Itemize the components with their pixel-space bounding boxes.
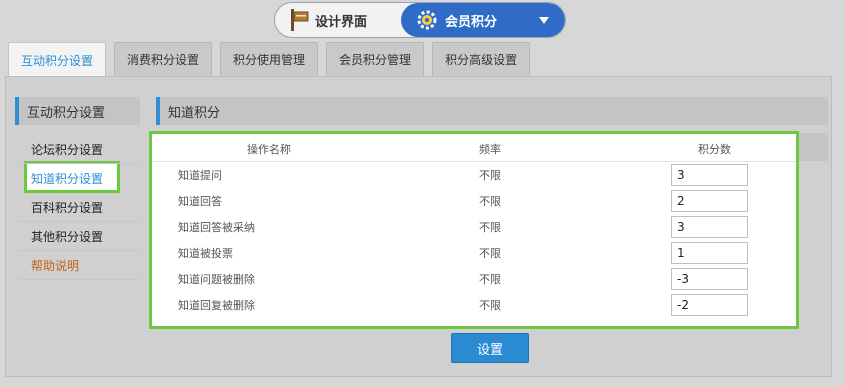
table-header: 操作名称 频率 积分数 xyxy=(152,136,796,162)
chevron-down-icon[interactable] xyxy=(539,17,549,24)
column-header-name: 操作名称 xyxy=(247,142,291,156)
table-row: 知道被投票 不限 xyxy=(152,240,796,266)
row-freq: 不限 xyxy=(479,169,501,182)
row-name: 知道回答 xyxy=(178,195,222,208)
row-name: 知道提问 xyxy=(178,169,222,182)
section-title: 知道积分 xyxy=(156,97,828,125)
row-name: 知道问题被删除 xyxy=(178,273,255,286)
sidebar-item-other[interactable]: 其他积分设置 xyxy=(19,222,140,251)
score-input[interactable] xyxy=(671,242,748,264)
row-freq: 不限 xyxy=(479,299,501,312)
member-points-label: 会员积分 xyxy=(445,14,498,30)
row-name: 知道被投票 xyxy=(178,247,233,260)
tab-points-usage[interactable]: 积分使用管理 xyxy=(220,42,319,76)
row-freq: 不限 xyxy=(479,195,501,208)
points-table: 操作名称 频率 积分数 知道提问 不限 知道回答 不限 知道回答被采纳 不限 知… xyxy=(149,131,799,329)
table-row: 知道回复被删除 不限 xyxy=(152,292,796,318)
design-view-button[interactable]: 设计界面 xyxy=(275,3,401,37)
row-freq: 不限 xyxy=(479,273,501,286)
tab-bar: 互动积分设置 消费积分设置 积分使用管理 会员积分管理 积分高级设置 xyxy=(8,42,538,78)
sidebar-title: 互动积分设置 xyxy=(15,97,140,125)
row-freq: 不限 xyxy=(479,221,501,234)
member-points-button[interactable]: 会员积分 xyxy=(401,3,565,37)
score-input[interactable] xyxy=(671,190,748,212)
score-input[interactable] xyxy=(671,268,748,290)
tab-member-points[interactable]: 会员积分管理 xyxy=(326,42,425,76)
signboard-icon xyxy=(291,9,309,31)
score-input[interactable] xyxy=(671,294,748,316)
table-row: 知道问题被删除 不限 xyxy=(152,266,796,292)
row-freq: 不限 xyxy=(479,247,501,260)
submit-button[interactable]: 设置 xyxy=(451,333,529,363)
tab-consumption-points[interactable]: 消费积分设置 xyxy=(114,42,213,76)
tab-interaction-points[interactable]: 互动积分设置 xyxy=(8,42,107,78)
sidebar-item-help[interactable]: 帮助说明 xyxy=(19,251,140,280)
mode-switcher: 设计界面 会员积分 xyxy=(274,2,566,38)
row-name: 知道回答被采纳 xyxy=(178,221,255,234)
score-input[interactable] xyxy=(671,216,748,238)
table-row: 知道回答被采纳 不限 xyxy=(152,214,796,240)
sidebar-item-zhidao[interactable]: 知道积分设置 xyxy=(19,164,140,193)
table-header-strip xyxy=(796,133,828,161)
column-header-freq: 频率 xyxy=(479,142,501,156)
table-row: 知道回答 不限 xyxy=(152,188,796,214)
sidebar-item-baike[interactable]: 百科积分设置 xyxy=(19,193,140,222)
sidebar-item-forum[interactable]: 论坛积分设置 xyxy=(19,135,140,164)
table-row: 知道提问 不限 xyxy=(152,162,796,188)
score-input[interactable] xyxy=(671,164,748,186)
row-name: 知道回复被删除 xyxy=(178,299,255,312)
column-header-score: 积分数 xyxy=(698,142,731,156)
tab-advanced-points[interactable]: 积分高级设置 xyxy=(432,42,531,76)
gear-icon xyxy=(417,10,437,30)
design-view-label: 设计界面 xyxy=(315,14,368,30)
